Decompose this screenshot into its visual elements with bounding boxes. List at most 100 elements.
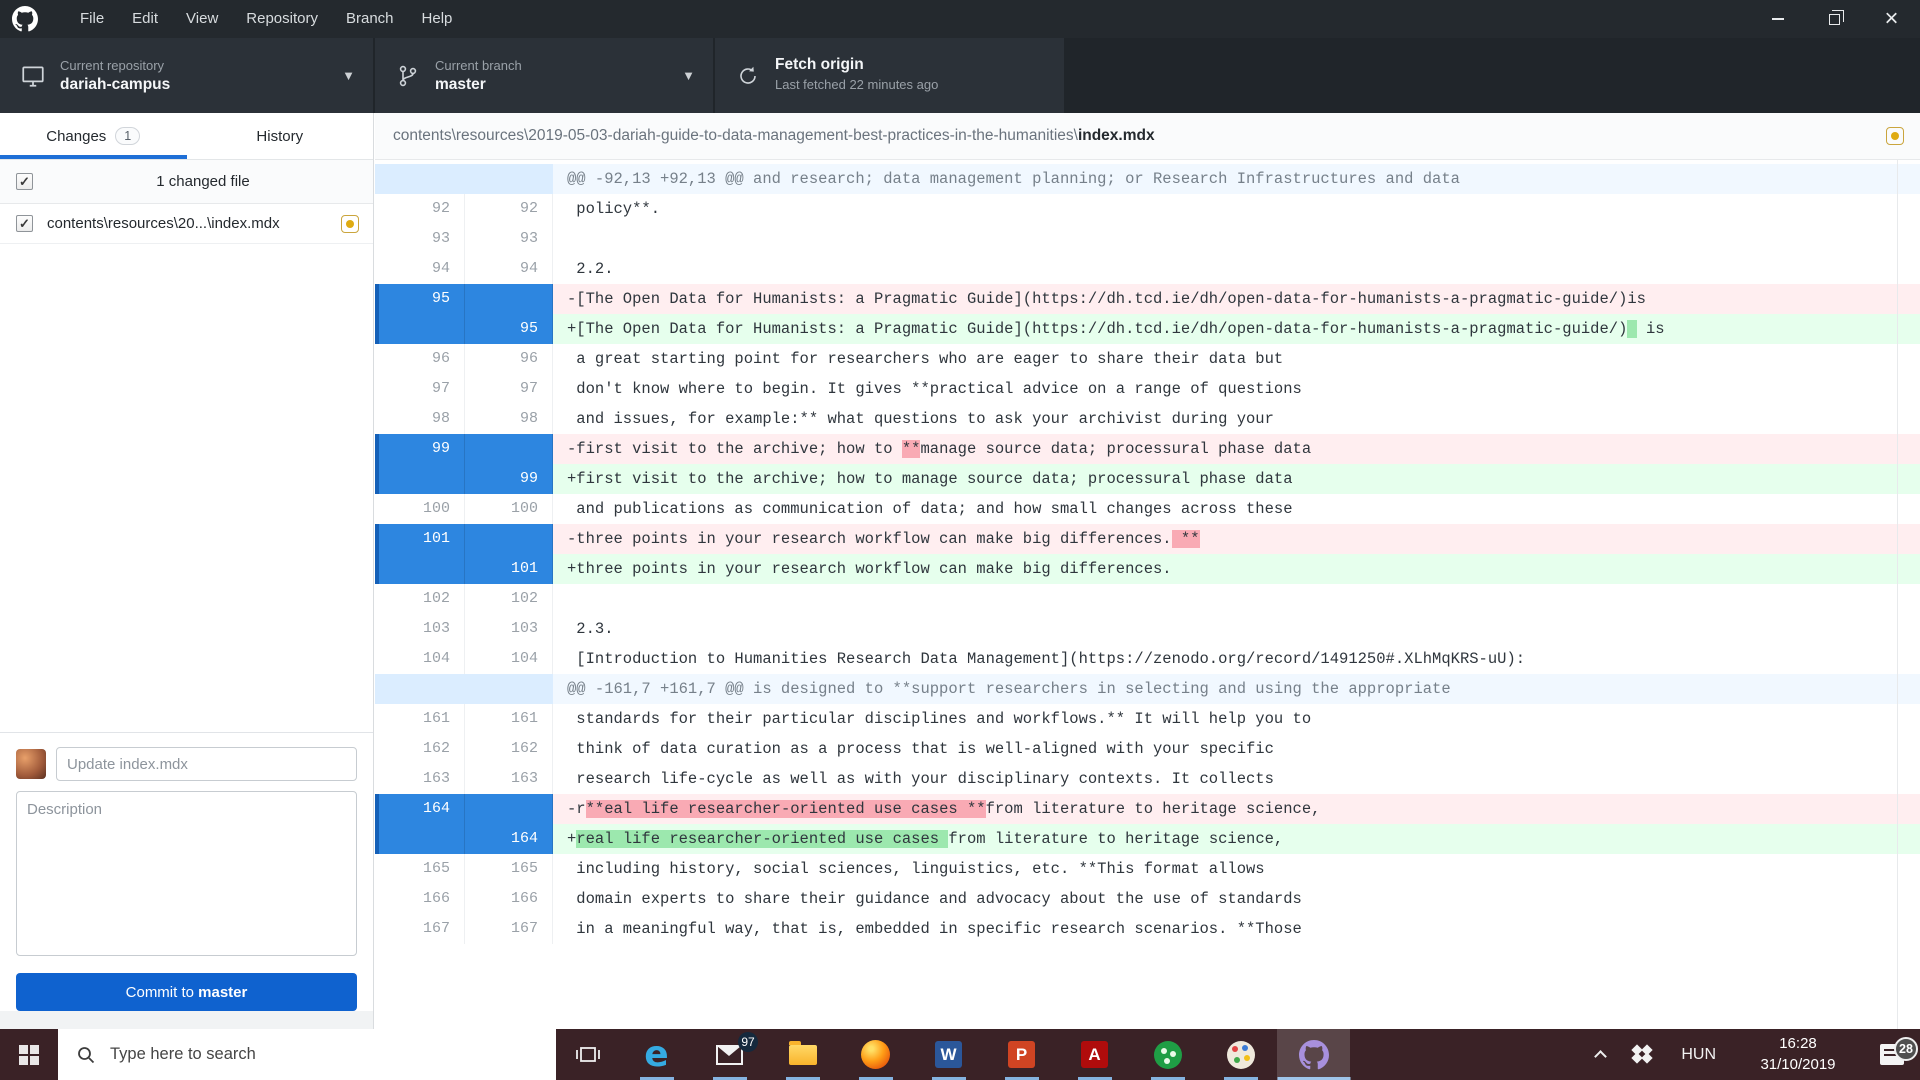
fetch-origin-button[interactable]: Fetch origin Last fetched 22 minutes ago [715, 38, 1064, 113]
diff-row-context[interactable]: 9898 and issues, for example:** what que… [375, 404, 1920, 434]
repository-name: dariah-campus [60, 76, 170, 94]
taskbar-file-explorer[interactable] [766, 1029, 839, 1080]
green-app-icon [1154, 1041, 1182, 1069]
diff-row-context[interactable]: 9797 don't know where to begin. It gives… [375, 374, 1920, 404]
task-view-icon [575, 1044, 601, 1066]
menu-repository[interactable]: Repository [232, 0, 332, 38]
taskbar-clock[interactable]: 16:28 31/10/2019 [1746, 1034, 1850, 1075]
taskbar-palette-app[interactable] [1204, 1029, 1277, 1080]
changed-files-header: ✓ 1 changed file [0, 160, 373, 204]
sidebar: Changes 1 History ✓ 1 changed file ✓ con… [0, 113, 374, 1029]
git-branch-icon [395, 64, 421, 88]
language-indicator[interactable]: HUN [1681, 1046, 1716, 1064]
system-tray: HUN 16:28 31/10/2019 28 [1582, 1029, 1920, 1080]
task-view-button[interactable] [556, 1029, 620, 1080]
file-checkbox[interactable]: ✓ [16, 215, 33, 232]
modified-dot-icon [1886, 127, 1904, 145]
taskbar-search[interactable]: Type here to search [58, 1029, 556, 1080]
github-logo-icon [12, 6, 38, 32]
diff-row-added[interactable]: 99+first visit to the archive; how to ma… [375, 464, 1920, 494]
restore-button[interactable] [1806, 0, 1863, 38]
monitor-icon [20, 63, 46, 89]
sync-icon [735, 64, 761, 88]
dropbox-icon[interactable] [1631, 1045, 1653, 1065]
main-content: Changes 1 History ✓ 1 changed file ✓ con… [0, 113, 1920, 1029]
diff-row-context[interactable]: 9292 policy**. [375, 194, 1920, 224]
diff-row-context[interactable]: 167167 in a meaningful way, that is, emb… [375, 914, 1920, 944]
diff-row-removed[interactable]: 164-r**eal life researcher-oriented use … [375, 794, 1920, 824]
minimize-button[interactable] [1749, 0, 1806, 38]
taskbar-green-app[interactable] [1131, 1029, 1204, 1080]
diff-row-context[interactable]: 100100 and publications as communication… [375, 494, 1920, 524]
diff-row-hunk: @@ -92,13 +92,13 @@ and research; data m… [375, 164, 1920, 194]
minimize-icon [1772, 18, 1784, 20]
firefox-icon [861, 1040, 890, 1069]
diff-row-added[interactable]: 164+real life researcher-oriented use ca… [375, 824, 1920, 854]
mail-badge: 97 [738, 1032, 758, 1052]
notification-badge: 28 [1894, 1037, 1918, 1061]
taskbar-mail[interactable]: 97 [693, 1029, 766, 1080]
diff-row-context[interactable]: 9494 2.2. [375, 254, 1920, 284]
commit-button-prefix: Commit to [126, 984, 199, 1001]
taskbar-acrobat[interactable]: A [1058, 1029, 1131, 1080]
tab-changes[interactable]: Changes 1 [0, 113, 187, 159]
powerpoint-icon: P [1008, 1041, 1035, 1068]
file-path-name: index.mdx [1078, 127, 1155, 144]
tab-history-label: History [256, 128, 303, 145]
diff-row-context[interactable]: 103103 2.3. [375, 614, 1920, 644]
current-branch-button[interactable]: Current branch master ▼ [375, 38, 713, 113]
sidebar-tabs: Changes 1 History [0, 113, 373, 160]
diff-row-context[interactable]: 104104 [Introduction to Humanities Resea… [375, 644, 1920, 674]
word-icon: W [935, 1041, 962, 1068]
avatar [16, 749, 46, 779]
diff-row-context[interactable]: 165165 including history, social science… [375, 854, 1920, 884]
diff-row-removed[interactable]: 95-[The Open Data for Humanists: a Pragm… [375, 284, 1920, 314]
diff-row-context[interactable]: 9696 a great starting point for research… [375, 344, 1920, 374]
diff-rows: @@ -92,13 +92,13 @@ and research; data m… [375, 160, 1920, 944]
search-placeholder: Type here to search [110, 1045, 256, 1064]
fetch-title: Fetch origin [775, 56, 938, 74]
diff-row-added[interactable]: 95+[The Open Data for Humanists: a Pragm… [375, 314, 1920, 344]
action-center-button[interactable]: 28 [1864, 1044, 1920, 1065]
diff-row-added[interactable]: 101+three points in your research workfl… [375, 554, 1920, 584]
diff-row-context[interactable]: 163163 research life-cycle as well as wi… [375, 764, 1920, 794]
restore-icon [1829, 14, 1840, 25]
diff-row-context[interactable]: 166166 domain experts to share their gui… [375, 884, 1920, 914]
menu-edit[interactable]: Edit [118, 0, 172, 38]
windows-start-icon [19, 1045, 39, 1065]
menu-branch[interactable]: Branch [332, 0, 408, 38]
tab-history[interactable]: History [187, 113, 374, 159]
diff-row-context[interactable]: 161161 standards for their particular di… [375, 704, 1920, 734]
taskbar-powerpoint[interactable]: P [985, 1029, 1058, 1080]
select-all-checkbox[interactable]: ✓ [16, 173, 33, 190]
scrollbar-track[interactable] [1897, 160, 1898, 1029]
taskbar-word[interactable]: W [912, 1029, 985, 1080]
modified-dot-icon [341, 215, 359, 233]
diff-row-context[interactable]: 162162 think of data curation as a proce… [375, 734, 1920, 764]
close-button[interactable]: × [1863, 0, 1920, 38]
diff-row-hunk: @@ -161,7 +161,7 @@ is designed to **sup… [375, 674, 1920, 704]
current-repository-button[interactable]: Current repository dariah-campus ▼ [0, 38, 373, 113]
menu-view[interactable]: View [172, 0, 232, 38]
taskbar-github-desktop[interactable] [1277, 1029, 1350, 1080]
menu-help[interactable]: Help [408, 0, 467, 38]
commit-description-input[interactable] [16, 791, 357, 956]
commit-form: Commit to master [0, 732, 373, 1029]
titlebar: File Edit View Repository Branch Help × [0, 0, 1920, 38]
clock-time: 16:28 [1746, 1034, 1850, 1054]
diff-row-context[interactable]: 9393 [375, 224, 1920, 254]
windows-taskbar: Type here to search e 97 W P A HUN 16:28… [0, 1029, 1920, 1080]
commit-summary-input[interactable] [56, 747, 357, 781]
taskbar-firefox[interactable] [839, 1029, 912, 1080]
commit-button[interactable]: Commit to master [16, 973, 357, 1011]
diff-row-removed[interactable]: 101-three points in your research workfl… [375, 524, 1920, 554]
diff-row-context[interactable]: 102102 [375, 584, 1920, 614]
tray-expand-icon[interactable] [1594, 1050, 1607, 1063]
changes-count-badge: 1 [115, 127, 140, 145]
menu-file[interactable]: File [66, 0, 118, 38]
diff-row-removed[interactable]: 99-first visit to the archive; how to **… [375, 434, 1920, 464]
taskbar-edge[interactable]: e [620, 1029, 693, 1080]
diff-panel: contents\resources\2019-05-03-dariah-gui… [375, 113, 1920, 1029]
start-button[interactable] [0, 1029, 58, 1080]
changed-file-row[interactable]: ✓ contents\resources\20...\index.mdx [0, 204, 373, 244]
